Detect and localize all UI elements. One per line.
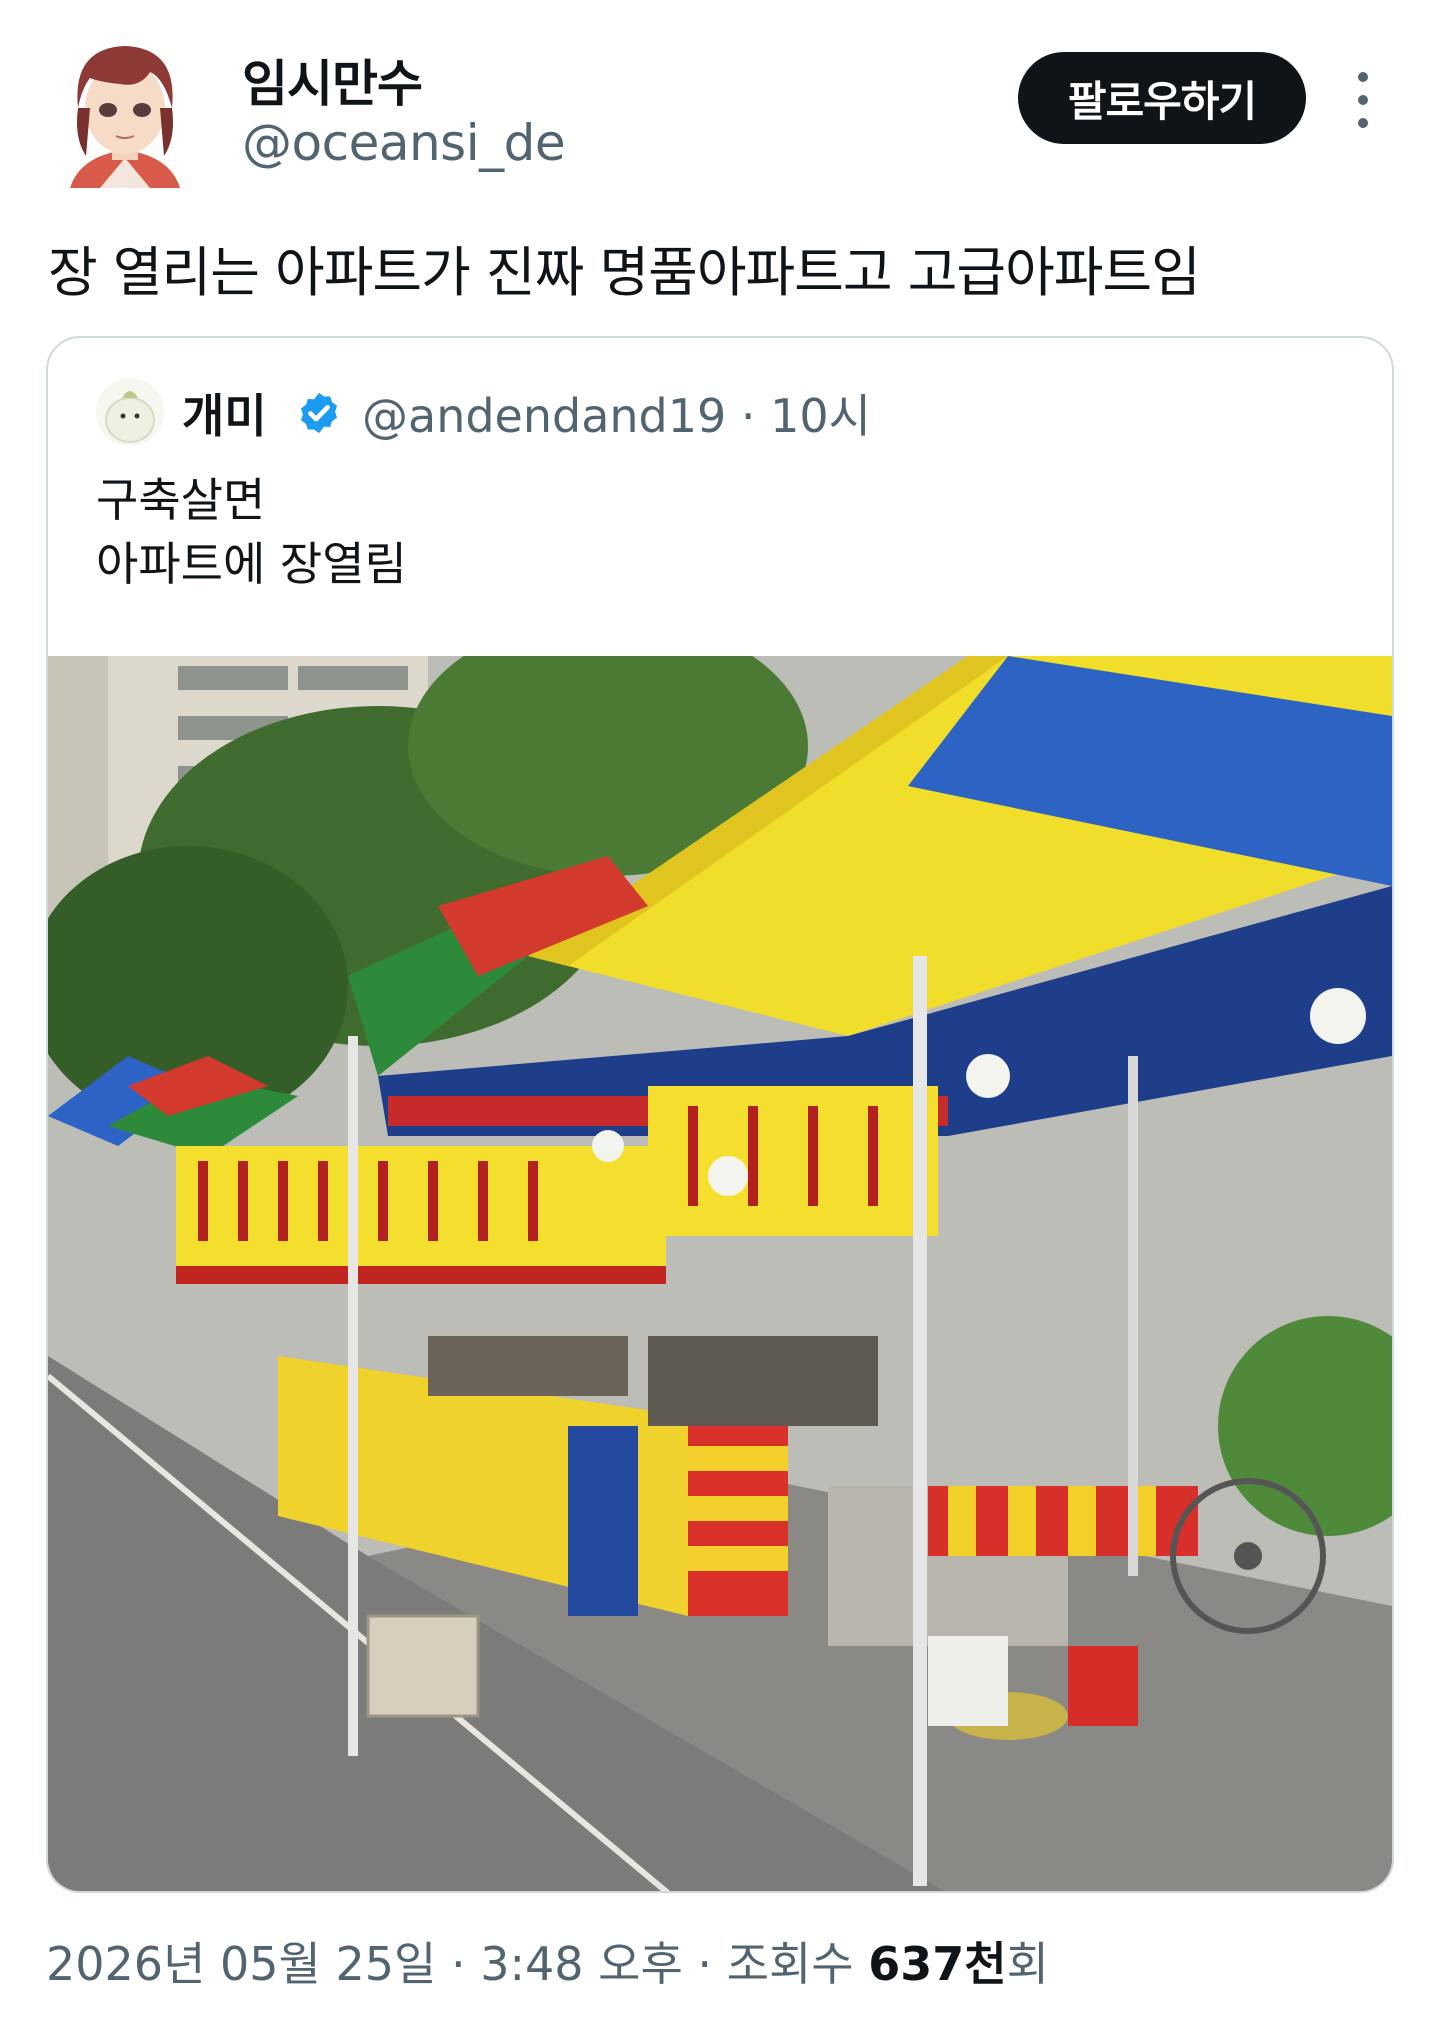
tweet-text: 장 열리는 아파트가 진짜 명품아파트고 고급아파트임 [48, 241, 1201, 304]
market-photo[interactable] [48, 656, 1392, 1891]
view-count: 637천 [868, 1937, 1007, 1991]
quoted-author-avatar[interactable] [96, 378, 164, 446]
quoted-text-line: 구축살면 [96, 473, 266, 527]
quoted-text-line: 아파트에 장열림 [96, 537, 407, 591]
verified-badge-icon [296, 390, 342, 436]
view-count-suffix: 회 [1006, 1937, 1049, 1991]
quoted-tweet-card[interactable]: 개미 @andendand19 · 10시 구축살면 아파트에 장열림 [46, 336, 1394, 1893]
author-handle[interactable]: @oceansi_de [242, 114, 566, 172]
tweet-timestamp[interactable]: 2026년 05월 25일 · 3:48 오후 · 조회수 637천회 [46, 1928, 1049, 1994]
author-display-name[interactable]: 임시만수 [242, 44, 423, 116]
quoted-display-name[interactable]: 개미 [182, 380, 267, 446]
author-avatar[interactable] [60, 38, 190, 188]
quoted-text: 구축살면 아파트에 장열림 [96, 468, 407, 596]
quoted-handle-time[interactable]: @andendand19 · 10시 [362, 380, 871, 446]
timestamp-date-time: 2026년 05월 25일 · 3:48 오후 · 조회수 [46, 1937, 869, 1991]
follow-button[interactable]: 팔로우하기 [1018, 52, 1306, 144]
more-icon[interactable] [1348, 72, 1378, 128]
